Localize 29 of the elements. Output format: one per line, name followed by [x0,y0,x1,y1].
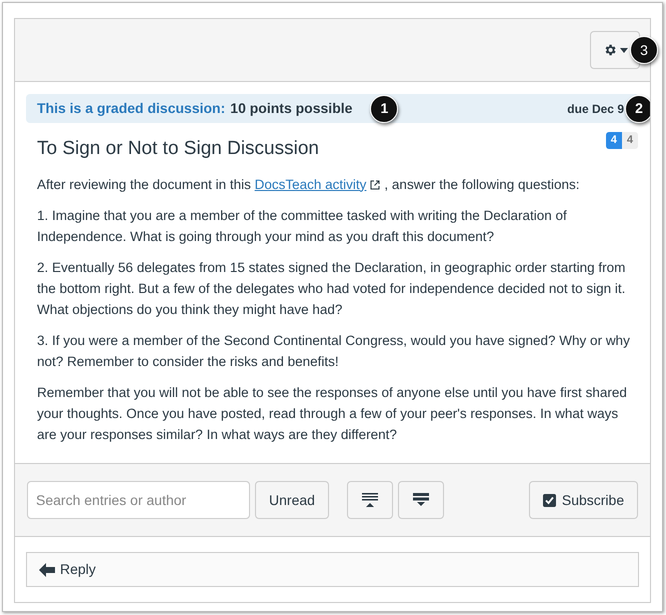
question-paragraph: 3. If you were a member of the Second Continental Congress, would you have signed? Why or why not? Remember to consider the risks and benefits! [37,332,631,370]
unread-button[interactable]: Unread [255,481,329,519]
callout-marker: 1 [370,94,398,122]
question-paragraph: Remember that you will not be able to see the responses of anyone else until you have first shared your thoughts. Once you have posted, read through a few of your peer's responses. In what ways are your responses similar? In what ways are they different? [37,384,628,444]
points-text: 10 points possible [230,99,352,118]
graded-label: This is a graded discussion: [37,99,226,118]
expand-icon [413,493,429,507]
arrow-left-icon [39,562,55,576]
total-count-badge: 4 [622,132,638,148]
external-link-icon [370,180,380,190]
callout-marker: 3 [630,36,658,64]
checkbox-icon [542,494,556,506]
callout-marker: 2 [625,94,650,122]
docsteach-link[interactable]: DocsTeach activity [254,176,366,192]
caret-icon [620,48,628,52]
question-paragraph: 2. Eventually 56 delegates from 15 states signed the Declaration, in geographic order starting from the bottom right. But a few of the delegates who had voted for independence decided not to sign it. What objections do you think they might have had? [37,258,626,319]
question-paragraph: 1. Imagine that you are a member of the committee tasked with writing the Declaration of Independence. What is going through your mind as you draft this document? [37,206,568,246]
reply-button[interactable]: Reply [26,552,639,587]
expand-button[interactable] [398,481,444,519]
search-field[interactable]: Search entries or author [27,481,250,519]
settings-menu-button[interactable] [590,31,640,69]
intro-paragraph: After reviewing the document in this DocsTeach activity , answer the following questions: [37,176,581,194]
discussion-title: To Sign or Not to Sign Discussion [37,137,319,161]
unread-count-badge: 4 [606,132,622,148]
collapse-button[interactable] [347,481,393,519]
collapse-icon [362,493,378,507]
due-date: due Dec 9 [567,100,624,118]
subscribe-button[interactable]: Subscribe [529,481,638,519]
settings-icon [602,43,616,57]
